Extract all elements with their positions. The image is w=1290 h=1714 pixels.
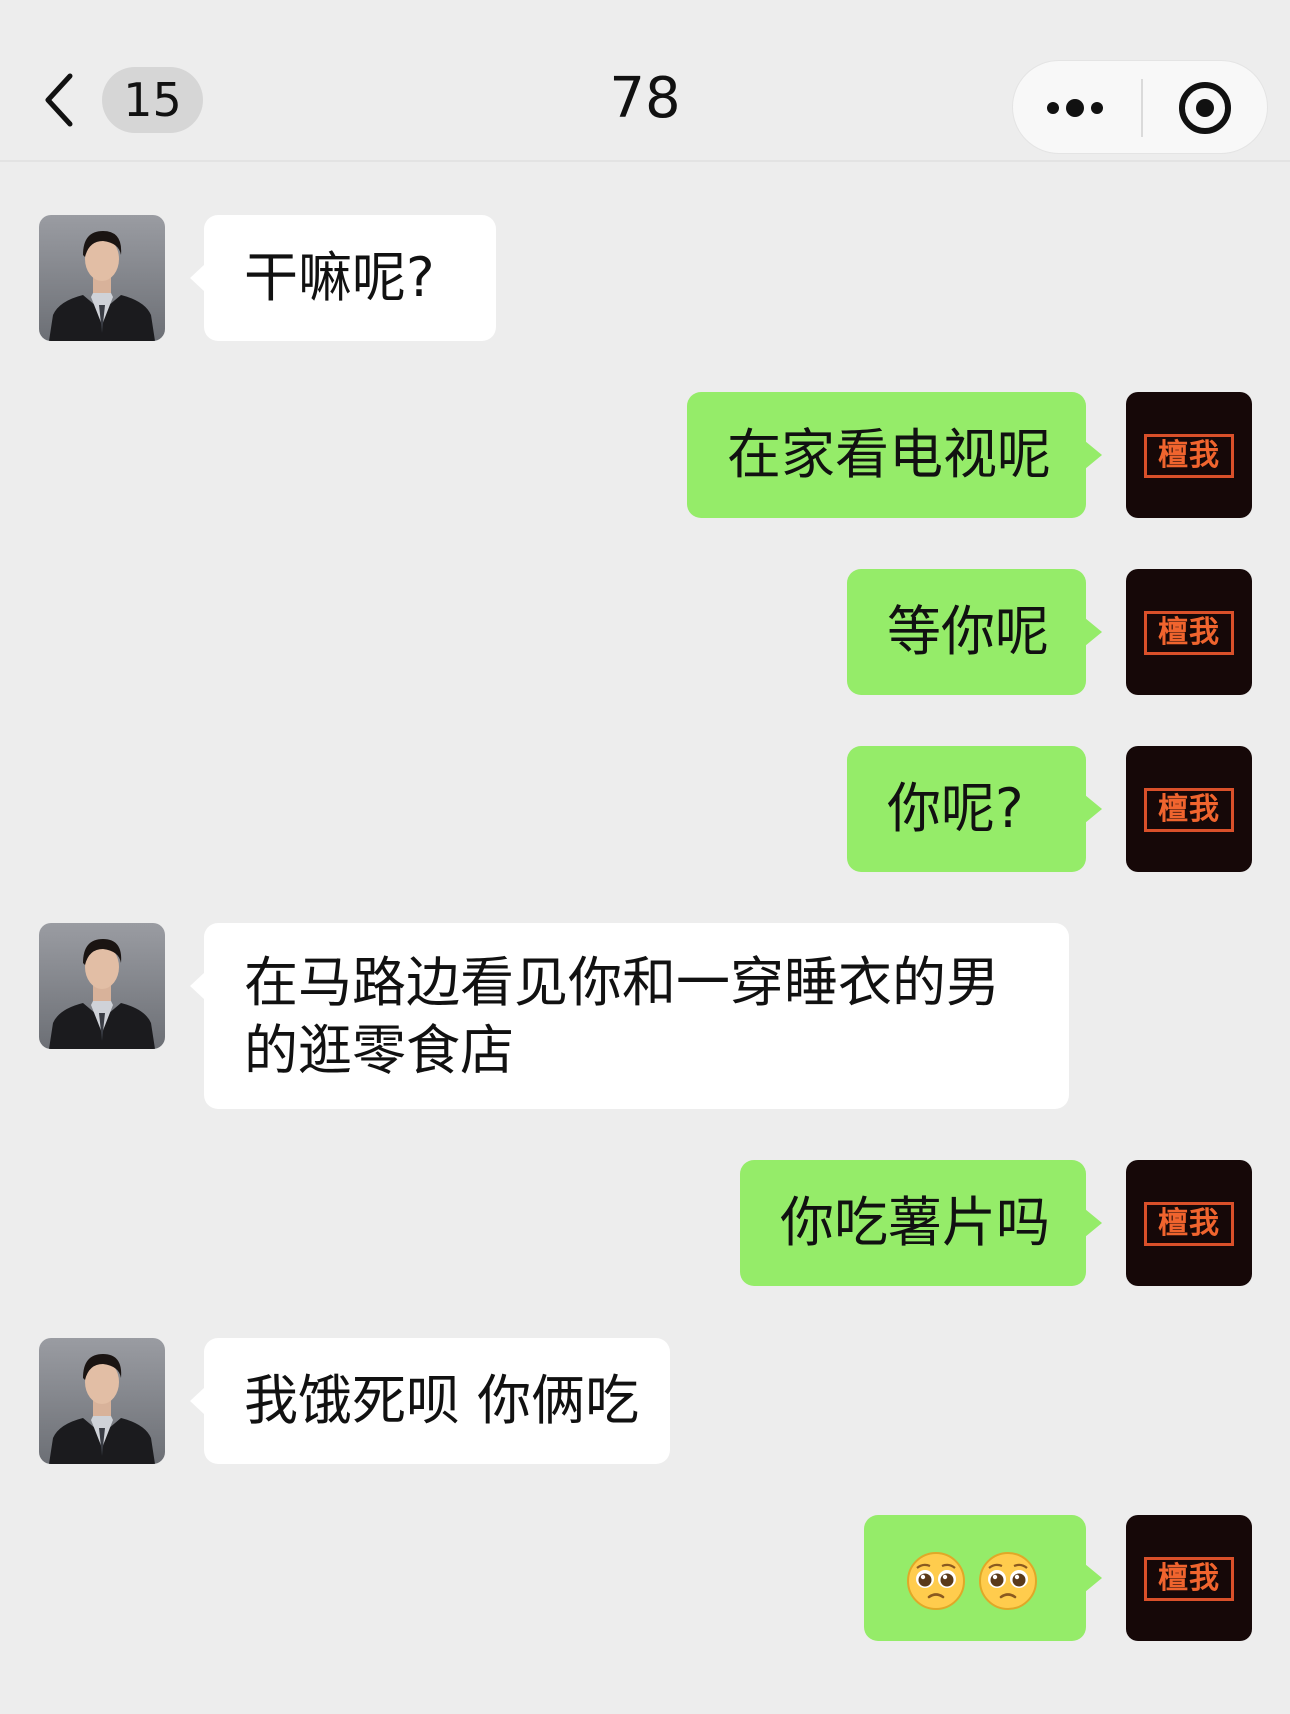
man-in-suit-icon [39, 1338, 165, 1464]
self-avatar[interactable]: 檀我 [1126, 1515, 1252, 1641]
message-bubble[interactable]: 在家看电视呢 [687, 392, 1102, 518]
message-bubble[interactable]: 我饿死呗 你俩吃 [190, 1338, 670, 1464]
close-button[interactable] [1143, 61, 1269, 155]
man-in-suit-icon [39, 923, 165, 1049]
self-avatar[interactable]: 檀我 [1126, 392, 1252, 518]
self-avatar-stamp: 檀我 [1144, 611, 1234, 655]
more-button[interactable] [1013, 61, 1141, 155]
target-circle-icon [1179, 82, 1231, 134]
self-avatar[interactable]: 檀我 [1126, 1160, 1252, 1286]
unread-count-badge[interactable]: 15 [102, 67, 203, 133]
chat-header: 15 78 [0, 0, 1290, 162]
chat-title: 78 [609, 66, 681, 131]
message-bubble[interactable]: 干嘛呢? [190, 215, 496, 341]
pleading-face-emoji-icon [906, 1552, 966, 1611]
self-avatar-stamp: 檀我 [1144, 434, 1234, 478]
mini-program-capsule [1012, 60, 1268, 154]
self-avatar[interactable]: 檀我 [1126, 569, 1252, 695]
emoji-message-bubble[interactable] [864, 1515, 1102, 1641]
back-button[interactable] [38, 68, 82, 132]
message-bubble[interactable]: 你吃薯片吗 [740, 1160, 1102, 1286]
self-avatar-stamp: 檀我 [1144, 1202, 1234, 1246]
contact-avatar[interactable] [39, 1338, 165, 1464]
contact-avatar[interactable] [39, 215, 165, 341]
self-avatar-stamp: 檀我 [1144, 788, 1234, 832]
contact-avatar[interactable] [39, 923, 165, 1049]
message-bubble[interactable]: 你呢? [847, 746, 1102, 872]
chevron-left-icon [45, 73, 73, 127]
self-avatar[interactable]: 檀我 [1126, 746, 1252, 872]
self-avatar-stamp: 檀我 [1144, 1557, 1234, 1601]
message-bubble[interactable]: 在马路边看见你和一穿睡衣的男的逛零食店 [190, 923, 1069, 1109]
man-in-suit-icon [39, 215, 165, 341]
pleading-face-emoji-icon [978, 1552, 1038, 1611]
more-dots-icon [1047, 99, 1103, 117]
message-bubble[interactable]: 等你呢 [847, 569, 1102, 695]
